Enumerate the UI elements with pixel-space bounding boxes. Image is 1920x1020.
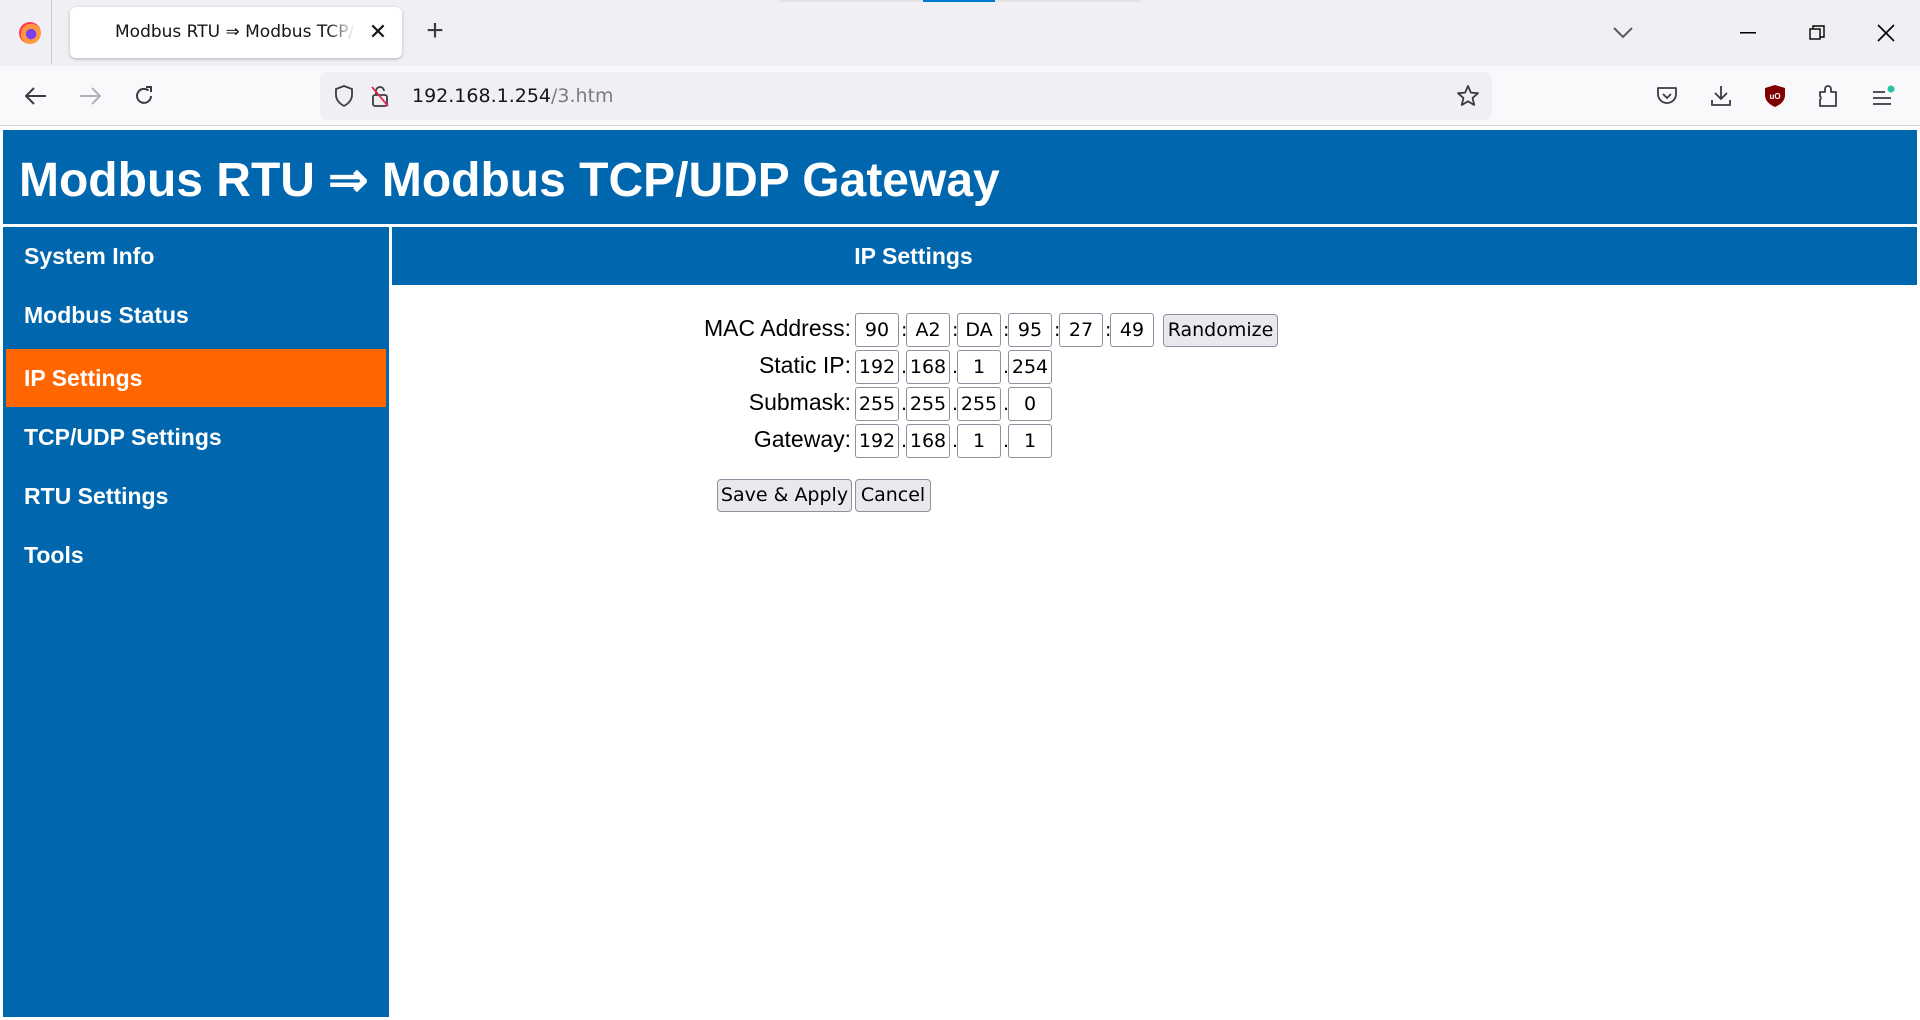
firefox-logo-icon[interactable] xyxy=(19,22,41,44)
sidebar-item-rtu-settings[interactable]: RTU Settings xyxy=(6,467,386,525)
extensions-button[interactable] xyxy=(1811,78,1847,114)
page-header-banner: Modbus RTU ⇒ Modbus TCP/UDP Gateway xyxy=(3,130,1917,224)
static-ip-label: Static IP: xyxy=(758,352,851,378)
static-ip-octet-1[interactable]: 192 xyxy=(855,350,899,384)
section-title: IP Settings xyxy=(854,243,973,269)
url-bar[interactable]: 192.168.1.254/3.htm xyxy=(320,72,1492,120)
insecure-lock-icon[interactable] xyxy=(368,84,392,108)
back-button[interactable] xyxy=(18,78,54,114)
static-ip-row: Static IP: 192 . 168 . 1 . 254 xyxy=(0,350,1920,384)
static-ip-octet-3[interactable]: 1 xyxy=(957,350,1001,384)
new-tab-button[interactable]: + xyxy=(420,16,450,46)
close-window-button[interactable] xyxy=(1863,10,1909,56)
arrow-left-icon xyxy=(25,87,46,105)
chevron-down-icon xyxy=(1613,27,1633,39)
mac-octet-3[interactable]: DA xyxy=(957,313,1001,347)
mac-address-row: MAC Address: 90 : A2 : DA : 95 : 27 : 49… xyxy=(0,313,1920,347)
restore-icon xyxy=(1809,25,1825,40)
browser-tab[interactable]: Modbus RTU ⇒ Modbus TCP/UDP Gateway ✕ xyxy=(70,7,402,58)
url-text[interactable]: 192.168.1.254/3.htm xyxy=(412,85,614,107)
submask-octet-1[interactable]: 255 xyxy=(855,387,899,421)
section-heading: IP Settings xyxy=(392,227,1917,285)
forward-button[interactable] xyxy=(72,78,108,114)
gateway-octet-1[interactable]: 192 xyxy=(855,424,899,458)
mac-octet-4[interactable]: 95 xyxy=(1008,313,1052,347)
static-ip-octet-2[interactable]: 168 xyxy=(906,350,950,384)
download-icon xyxy=(1711,86,1731,106)
mac-octet-2[interactable]: A2 xyxy=(906,313,950,347)
gateway-octet-2[interactable]: 168 xyxy=(906,424,950,458)
mac-octet-6[interactable]: 49 xyxy=(1110,313,1154,347)
list-all-tabs-button[interactable] xyxy=(1600,10,1646,56)
browser-nav-bar: 192.168.1.254/3.htm uO xyxy=(0,66,1920,126)
extensions-icon xyxy=(1819,85,1837,107)
minimize-icon xyxy=(1740,32,1756,34)
sidebar-item-tools[interactable]: Tools xyxy=(6,526,386,584)
page-title: Modbus RTU ⇒ Modbus TCP/UDP Gateway xyxy=(19,154,1000,207)
save-apply-button[interactable]: Save & Apply xyxy=(717,479,852,512)
submask-octet-3[interactable]: 255 xyxy=(957,387,1001,421)
pocket-icon xyxy=(1657,87,1677,104)
close-icon xyxy=(1877,24,1895,42)
menu-icon xyxy=(1873,85,1895,105)
tab-title: Modbus RTU ⇒ Modbus TCP/UDP Gateway xyxy=(115,22,355,42)
sidebar-item-system-info[interactable]: System Info xyxy=(6,227,386,285)
close-tab-icon[interactable]: ✕ xyxy=(366,20,390,44)
shield-icon[interactable] xyxy=(332,84,356,108)
randomize-button[interactable]: Randomize xyxy=(1163,314,1278,347)
submask-row: Submask: 255 . 255 . 255 . 0 xyxy=(0,387,1920,421)
gateway-row: Gateway: 192 . 168 . 1 . 1 xyxy=(0,424,1920,458)
gateway-label: Gateway: xyxy=(753,426,851,452)
window-drag-indicator xyxy=(779,0,1141,2)
downloads-button[interactable] xyxy=(1703,78,1739,114)
gateway-octet-4[interactable]: 1 xyxy=(1008,424,1052,458)
url-path: /3.htm xyxy=(551,85,614,107)
cancel-button[interactable]: Cancel xyxy=(855,479,931,512)
submask-octet-2[interactable]: 255 xyxy=(906,387,950,421)
tab-separator xyxy=(51,0,52,64)
reload-icon xyxy=(136,86,152,104)
gateway-octet-3[interactable]: 1 xyxy=(957,424,1001,458)
submask-label: Submask: xyxy=(748,389,851,415)
url-host: 192.168.1.254 xyxy=(412,85,552,107)
ublock-origin-button[interactable]: uO xyxy=(1757,78,1793,114)
mac-octet-5[interactable]: 27 xyxy=(1059,313,1103,347)
reload-button[interactable] xyxy=(126,78,162,114)
app-menu-button[interactable] xyxy=(1865,78,1901,114)
mac-octet-1[interactable]: 90 xyxy=(855,313,899,347)
ublock-icon: uO xyxy=(1765,85,1785,107)
static-ip-octet-4[interactable]: 254 xyxy=(1008,350,1052,384)
arrow-right-icon xyxy=(80,87,101,105)
mac-address-label: MAC Address: xyxy=(704,315,851,341)
minimize-button[interactable] xyxy=(1725,10,1771,56)
bookmark-star-icon[interactable] xyxy=(1456,84,1480,108)
svg-text:uO: uO xyxy=(1769,92,1780,101)
page-content: Modbus RTU ⇒ Modbus TCP/UDP Gateway Syst… xyxy=(0,126,1920,1020)
browser-tab-bar: Modbus RTU ⇒ Modbus TCP/UDP Gateway ✕ + xyxy=(0,0,1920,66)
pocket-button[interactable] xyxy=(1649,78,1685,114)
submask-octet-4[interactable]: 0 xyxy=(1008,387,1052,421)
restore-button[interactable] xyxy=(1794,10,1840,56)
